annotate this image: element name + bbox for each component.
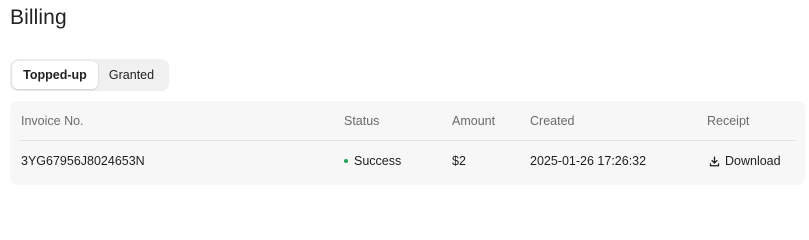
amount-value: $2 [452,154,466,168]
billing-page: Billing Topped-up Granted Invoice No. St… [0,0,809,202]
invoice-table: Invoice No. Status Amount Created Receip… [10,101,805,185]
status-dot-icon [344,159,348,163]
created-timestamp: 2025-01-26 17:26:32 [530,154,647,168]
billing-tabs: Topped-up Granted [10,59,169,91]
download-label: Download [725,154,781,168]
download-receipt-button[interactable]: Download [709,141,781,181]
tab-granted[interactable]: Granted [98,61,165,89]
table-row: 3YG67956J8024653N Success $2 2025-01-26 … [10,141,805,181]
invoice-number: 3YG67956J8024653N [21,154,145,168]
column-header-invoice-no: Invoice No. [21,114,84,128]
column-header-status: Status [344,114,380,128]
tab-topped-up[interactable]: Topped-up [12,61,98,89]
column-header-amount: Amount [452,114,496,128]
column-header-receipt: Receipt [707,114,750,128]
table-header-row: Invoice No. Status Amount Created Receip… [10,101,805,141]
column-header-created: Created [530,114,575,128]
page-title: Billing [10,6,67,29]
download-icon [709,155,720,166]
status-text: Success [354,154,402,168]
status-cell: Success [344,141,401,181]
